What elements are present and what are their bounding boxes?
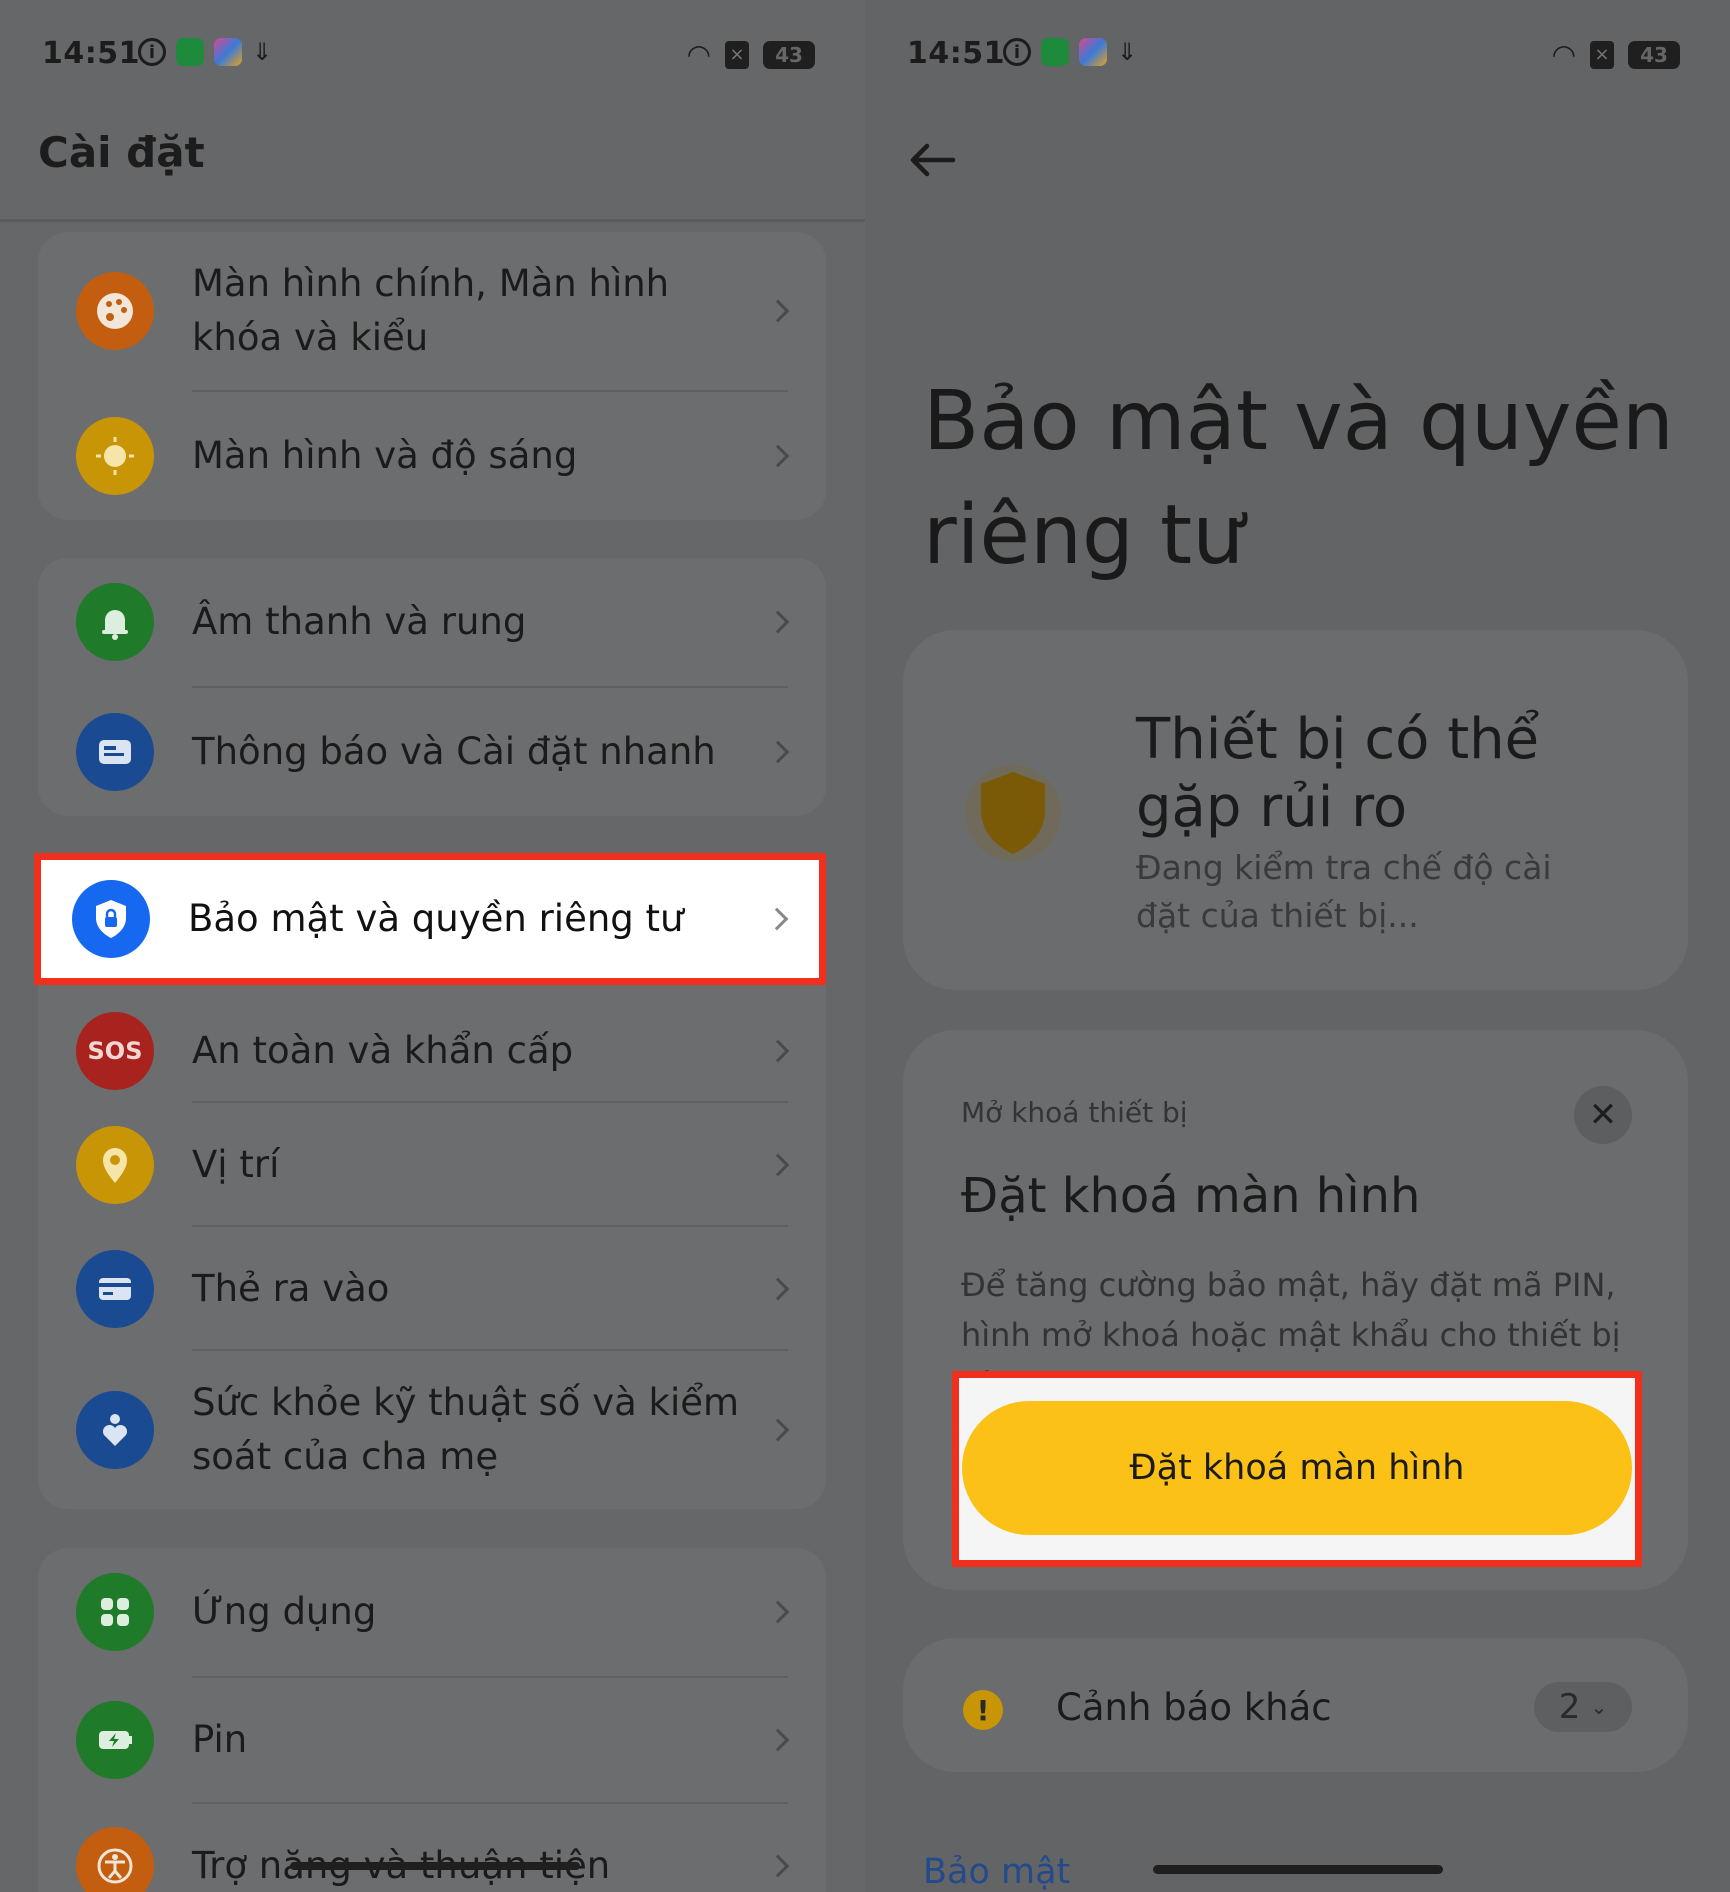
battery-status-icon: 43 <box>1628 40 1680 69</box>
header-divider <box>0 219 865 222</box>
settings-item-digital-wellbeing[interactable]: Sức khỏe kỹ thuật số và kiểm soát của ch… <box>38 1351 826 1509</box>
page-title: Cài đặt <box>38 128 205 177</box>
settings-item-label: Vị trí <box>192 1143 280 1186</box>
settings-item-home-lock-style[interactable]: Màn hình chính, Màn hình khóa và kiểu <box>38 232 826 390</box>
photos-icon <box>1079 38 1107 66</box>
settings-item-accessibility[interactable]: Trợ năng và thuận tiện <box>38 1804 826 1892</box>
chevron-right-icon <box>766 1153 790 1177</box>
risk-subtitle: Đang kiểm tra chế độ cài đặt của thiết b… <box>1136 848 1552 935</box>
card-icon <box>76 1250 154 1328</box>
wifi-icon: ◠ <box>686 38 711 71</box>
settings-item-label: Màn hình chính, Màn hình khóa và kiểu <box>192 262 670 359</box>
settings-item-notifications-quick-settings[interactable]: Thông báo và Cài đặt nhanh <box>38 688 826 816</box>
chevron-right-icon <box>766 740 790 764</box>
shield-warning-icon <box>965 765 1061 861</box>
home-indicator <box>290 1862 580 1870</box>
status-bar: 14:51 i ⇓ ◠ × 43 <box>42 36 815 72</box>
app-notification-icon <box>1041 38 1069 66</box>
settings-item-label: Bảo mật và quyền riêng tư <box>188 897 684 940</box>
security-privacy-screen: 14:51 i ⇓ ◠ × 43 Bảo mật và quyền riêng … <box>865 0 1730 1892</box>
settings-item-battery[interactable]: Pin <box>38 1678 826 1802</box>
settings-item-sound-vibration[interactable]: Âm thanh và rung <box>38 558 826 686</box>
highlight-security-item: Bảo mật và quyền riêng tư <box>34 853 826 985</box>
settings-item-label: Ứng dụng <box>192 1590 377 1633</box>
other-warnings-label: Cảnh báo khác <box>1056 1686 1332 1729</box>
settings-item-apps[interactable]: Ứng dụng <box>38 1548 826 1676</box>
set-screen-lock-button[interactable]: Đặt khoá màn hình <box>962 1401 1632 1535</box>
sim-off-icon: × <box>725 40 749 69</box>
risk-title: Thiết bị có thể gặp rủi ro <box>1136 707 1540 840</box>
card-caption: Mở khoá thiết bị <box>961 1096 1188 1129</box>
chevron-right-icon <box>766 1418 790 1442</box>
home-indicator <box>1153 1865 1443 1874</box>
settings-item-access-cards[interactable]: Thẻ ra vào <box>38 1227 826 1351</box>
settings-item-location[interactable]: Vị trí <box>38 1103 826 1227</box>
notification-icon <box>76 713 154 791</box>
shield-lock-icon <box>72 880 150 958</box>
close-icon: ✕ <box>1588 1095 1618 1135</box>
page-title: Bảo mật và quyền riêng tư <box>923 374 1674 583</box>
accessibility-icon <box>76 1827 154 1892</box>
chevron-right-icon <box>766 1277 790 1301</box>
sim-off-icon: × <box>1590 40 1614 69</box>
chevron-right-icon <box>766 299 790 323</box>
info-icon: i <box>1003 38 1031 66</box>
info-icon: i <box>138 38 166 66</box>
device-risk-card[interactable]: Thiết bị có thể gặp rủi ro Đang kiểm tra… <box>903 630 1688 990</box>
other-warnings-row[interactable]: ! Cảnh báo khác 2 ⌄ <box>903 1638 1688 1772</box>
palette-icon <box>76 272 154 350</box>
chevron-right-icon <box>766 1728 790 1752</box>
back-arrow-icon[interactable] <box>907 140 957 180</box>
settings-item-label: Pin <box>192 1718 248 1761</box>
settings-item-label: Thẻ ra vào <box>192 1267 390 1310</box>
card-title: Đặt khoá màn hình <box>961 1168 1421 1224</box>
settings-item-safety-emergency[interactable]: SOS An toàn và khẩn cấp <box>38 993 826 1108</box>
status-time: 14:51 <box>907 36 1005 71</box>
settings-item-security-privacy[interactable]: Bảo mật và quyền riêng tư <box>41 860 819 978</box>
bell-icon <box>76 583 154 661</box>
warnings-count-dropdown[interactable]: 2 ⌄ <box>1534 1682 1632 1732</box>
warning-icon: ! <box>963 1690 1003 1730</box>
status-bar: 14:51 i ⇓ ◠ × 43 <box>907 36 1680 72</box>
photos-icon <box>214 38 242 66</box>
chevron-down-icon: ⌄ <box>1590 1695 1608 1719</box>
chevron-right-icon <box>766 444 790 468</box>
chevron-right-icon <box>766 1039 790 1062</box>
chevron-right-icon <box>765 907 789 931</box>
wifi-icon: ◠ <box>1551 38 1576 71</box>
heart-person-icon <box>76 1391 154 1469</box>
download-icon: ⇓ <box>252 38 273 66</box>
download-icon: ⇓ <box>1117 38 1138 66</box>
settings-item-label: Sức khỏe kỹ thuật số và kiểm soát của ch… <box>192 1381 740 1478</box>
settings-item-label: An toàn và khẩn cấp <box>192 1028 574 1072</box>
chevron-right-icon <box>766 1854 790 1878</box>
settings-group-4: Ứng dụng Pin Trợ năng và thuận tiện <box>38 1548 826 1892</box>
apps-grid-icon <box>76 1573 154 1651</box>
section-link-security[interactable]: Bảo mật <box>923 1852 1070 1892</box>
location-pin-icon <box>76 1126 154 1204</box>
settings-item-label: Thông báo và Cài đặt nhanh <box>192 730 716 773</box>
settings-item-label: Màn hình và độ sáng <box>192 434 578 477</box>
chevron-right-icon <box>766 610 790 634</box>
settings-item-display-brightness[interactable]: Màn hình và độ sáng <box>38 392 826 520</box>
sos-icon: SOS <box>76 1011 154 1090</box>
sun-icon <box>76 417 154 495</box>
settings-group-2: Âm thanh và rung Thông báo và Cài đặt nh… <box>38 558 826 816</box>
settings-screen: 14:51 i ⇓ ◠ × 43 Cài đặt Màn hình chính,… <box>0 0 865 1892</box>
settings-group-1: Màn hình chính, Màn hình khóa và kiểu Mà… <box>38 232 826 520</box>
battery-icon <box>76 1701 154 1779</box>
chevron-right-icon <box>766 1600 790 1624</box>
status-time: 14:51 <box>42 36 140 71</box>
close-button[interactable]: ✕ <box>1574 1086 1632 1144</box>
settings-item-label: Âm thanh và rung <box>192 600 527 643</box>
warnings-count: 2 <box>1558 1687 1581 1727</box>
app-notification-icon <box>176 38 204 66</box>
battery-status-icon: 43 <box>763 40 815 69</box>
